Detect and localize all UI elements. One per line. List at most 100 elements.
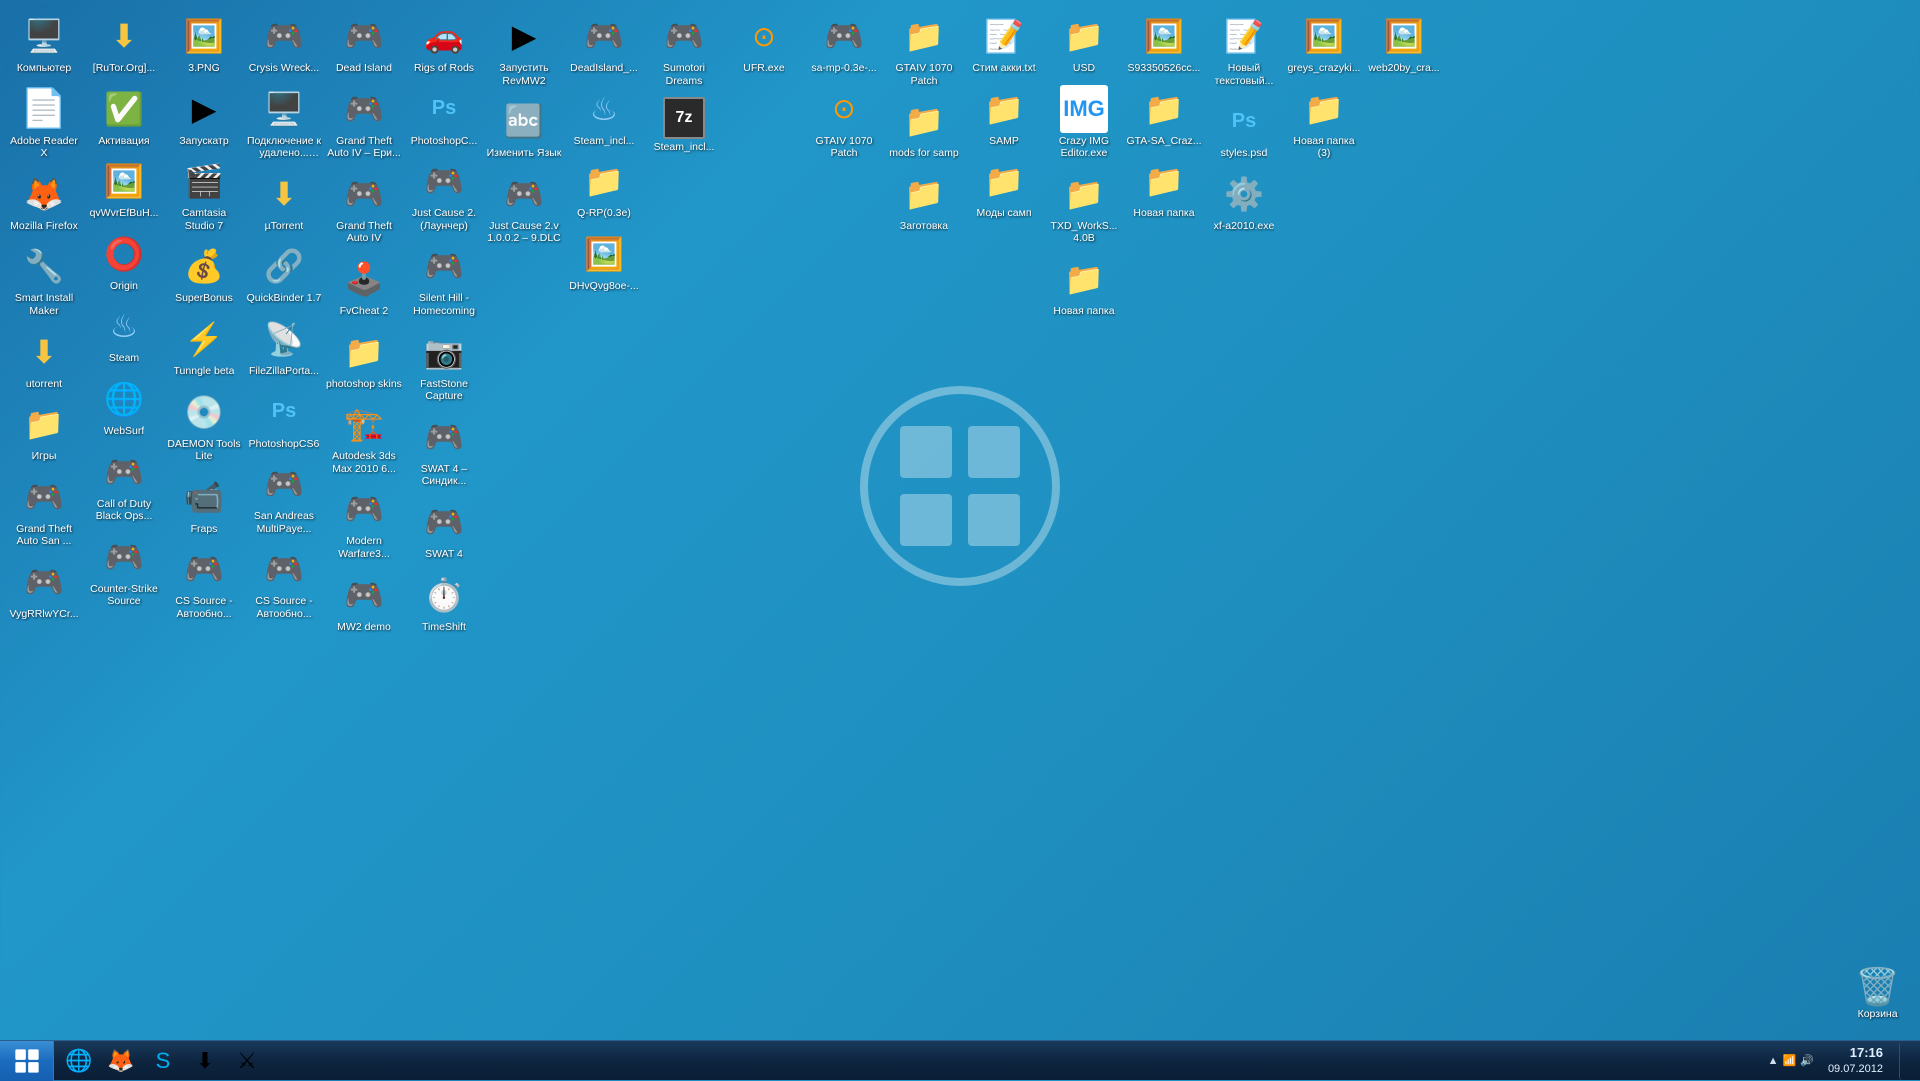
icon-xf-a2010[interactable]: ⚙️ xf-a2010.exe — [1204, 166, 1284, 237]
icon-zagotovka[interactable]: 📁 Заготовка — [884, 166, 964, 237]
icon-7zip[interactable]: 7z Steam_incl... — [644, 93, 724, 158]
icon-greys-crazy[interactable]: 🖼️ greys_crazyki... — [1284, 8, 1364, 79]
icon-photoshop-c[interactable]: Ps PhotoshopC... — [404, 81, 484, 152]
start-button[interactable] — [0, 1041, 54, 1081]
icon-rigs-of-rods[interactable]: 🚗 Rigs of Rods — [404, 8, 484, 79]
icon-crazyimg[interactable]: IMG Crazy IMG Editor.exe — [1044, 81, 1124, 164]
icon-just-cause2-dlc[interactable]: 🎮 Just Cause 2.v 1.0.0.2 – 9.DLC — [484, 166, 564, 249]
icon-usd[interactable]: 📁 USD — [1044, 8, 1124, 79]
icon-igry[interactable]: 📁 Игры — [4, 396, 84, 467]
icon-photoshopcs6[interactable]: Ps PhotoshopCS6 — [244, 384, 324, 455]
icon-sumotori[interactable]: 🎮 Sumotori Dreams — [644, 8, 724, 91]
icon-vygrrliwy[interactable]: 🎮 VygRRlwYCr... — [4, 554, 84, 625]
utorrent-tray-icon: ⬇ — [196, 1048, 214, 1074]
icon-swat4-sind[interactable]: 🎮 SWAT 4 – Синдик... — [404, 409, 484, 492]
icon-camtasia[interactable]: 🎬 Camtasia Studio 7 — [164, 153, 244, 236]
show-desktop-button[interactable] — [1899, 1042, 1911, 1080]
icon-col-12: 📁 GTAIV 1070 Patch 📁 mods for samp 📁 Заг… — [884, 8, 964, 236]
volume-icon[interactable]: 🔊 — [1800, 1054, 1814, 1067]
icon-dead-island[interactable]: 🎮 Dead Island — [324, 8, 404, 79]
firefox-tray-icon: 🦊 — [107, 1048, 134, 1074]
icon-col-usd: 📁 USD IMG Crazy IMG Editor.exe 📁 TXD_Wor… — [1044, 8, 1124, 322]
icon-crysis[interactable]: 🎮 Crysis Wreck... — [244, 8, 324, 79]
icon-fraps[interactable]: 📹 Fraps — [164, 469, 244, 540]
taskbar-utorrent[interactable]: ⬇ — [185, 1042, 225, 1080]
icon-timeshift[interactable]: ⏱️ TimeShift — [404, 567, 484, 638]
icon-aktivacia[interactable]: ✅ Активация — [84, 81, 164, 152]
icon-dhvqvg[interactable]: 🖼️ DHvQvg8oe-... — [564, 226, 644, 297]
icon-novaya-papka2[interactable]: 📁 Новая папка — [1124, 153, 1204, 224]
icon-origin[interactable]: ⭕ Origin — [84, 226, 164, 297]
icon-rutor[interactable]: ⬇ [RuTor.Org]... — [84, 8, 164, 79]
icon-css-auto[interactable]: 🎮 CS Source - Автообно... — [164, 541, 244, 624]
icon-zapustit-rev[interactable]: ▶ Запустить RevMW2 — [484, 8, 564, 91]
icon-web20by[interactable]: 🖼️ web20by_cra... — [1364, 8, 1444, 79]
icon-modern-warfare[interactable]: 🎮 Modern Warfare3... — [324, 481, 404, 564]
icon-just-cause2[interactable]: 🎮 Just Cause 2.(Лаунчер) — [404, 153, 484, 236]
taskbar-skype[interactable]: S — [143, 1042, 183, 1080]
icon-gta-iv[interactable]: 🎮 Grand Theft Auto IV — [324, 166, 404, 249]
icon-zapuskat[interactable]: ▶ Запускатр — [164, 81, 244, 152]
icon-autodesk[interactable]: 🏗️ Autodesk 3ds Max 2010 6... — [324, 396, 404, 479]
icon-silent-hill[interactable]: 🎮 Silent Hill - Homecoming — [404, 238, 484, 321]
ie-icon: 🌐 — [65, 1048, 92, 1074]
taskbar-app5[interactable]: ⚔ — [227, 1042, 267, 1080]
clock-date: 09.07.2012 — [1828, 1062, 1883, 1076]
tray-up-icon[interactable]: ▲ — [1768, 1055, 1779, 1067]
icon-daemon[interactable]: 💿 DAEMON Tools Lite — [164, 384, 244, 467]
icon-gta-sa-craz[interactable]: 📁 GTA-SA_Craz... — [1124, 81, 1204, 152]
icon-3png[interactable]: 🖼️ 3.PNG — [164, 8, 244, 79]
icon-quickbinder[interactable]: 🔗 QuickBinder 1.7 — [244, 238, 324, 309]
icon-gta-iv-bri[interactable]: 🎮 Grand Theft Auto IV – Ери... — [324, 81, 404, 164]
icon-websurf[interactable]: 🌐 WebSurf — [84, 371, 164, 442]
icon-col-stim: 📝 Стим акки.txt 📁 SAMP 📁 Моды самп — [964, 8, 1044, 224]
app5-icon: ⚔ — [237, 1048, 257, 1074]
icon-smart-install[interactable]: 🔧 Smart Install Maker — [4, 238, 84, 321]
icon-fvcheat[interactable]: 🕹️ FvCheat 2 — [324, 251, 404, 322]
icon-mw2demo[interactable]: 🎮 CS Source - Автообно... — [244, 541, 324, 624]
icon-mody-samp[interactable]: 📁 Моды самп — [964, 153, 1044, 224]
icon-mw2demo2[interactable]: 🎮 MW2 demo — [324, 567, 404, 638]
icon-adobe[interactable]: 📄 Adobe Reader X — [4, 81, 84, 164]
icon-tunngle[interactable]: ⚡ Tunngle beta — [164, 311, 244, 382]
icon-computer[interactable]: 🖥️ Компьютер — [4, 8, 84, 79]
taskbar-firefox[interactable]: 🦊 — [101, 1042, 141, 1080]
icon-samp-folder[interactable]: 📁 SAMP — [964, 81, 1044, 152]
icon-utorrent2[interactable]: ⬇ µTorrent — [244, 166, 324, 237]
icon-podkl[interactable]: 🖥️ Подключение к удалено... Ери... — [244, 81, 324, 164]
icon-gta-san[interactable]: 🎮 Grand Theft Auto San ... — [4, 469, 84, 552]
icon-qvwvef[interactable]: 🖼️ qvWvrEfBuH... — [84, 153, 164, 224]
icon-swat4[interactable]: 🎮 SWAT 4 — [404, 494, 484, 565]
icon-superbonus[interactable]: 💰 SuperBonus — [164, 238, 244, 309]
icon-ufe[interactable]: ⊙ UFR.exe — [724, 8, 804, 79]
icon-san-multi[interactable]: 🎮 San Andreas MultiPaye... — [244, 456, 324, 539]
icon-txd-works[interactable]: 📁 TXD_WorkS... 4.0B — [1044, 166, 1124, 249]
icon-steam-incl[interactable]: ♨ Steam_incl... — [564, 81, 644, 152]
icon-novaya-papka[interactable]: 📁 Новая папка — [1044, 251, 1124, 322]
recycle-bin[interactable]: 🗑️ Корзина — [1855, 966, 1900, 1020]
icon-novaya-papka3[interactable]: 📁 Новая папка (3) — [1284, 81, 1364, 164]
icon-steam[interactable]: ♨ Steam — [84, 298, 164, 369]
taskbar-ie[interactable]: 🌐 — [59, 1042, 99, 1080]
icon-photoshop-skins[interactable]: 📁 photoshop skins — [324, 324, 404, 395]
icon-qrp[interactable]: 📁 Q-RP(0.3e) — [564, 153, 644, 224]
clock[interactable]: 17:16 09.07.2012 — [1820, 1045, 1891, 1076]
icon-styles-psd[interactable]: Ps styles.psd — [1204, 93, 1284, 164]
icon-noviy-text[interactable]: 📝 Новый текстовый... — [1204, 8, 1284, 91]
icon-stim-akki[interactable]: 📝 Стим акки.txt — [964, 8, 1044, 79]
icon-utorrent[interactable]: ⬇ utorrent — [4, 324, 84, 395]
icon-faststone[interactable]: 📷 FastStone Capture — [404, 324, 484, 407]
icon-sa-mp[interactable]: 🎮 sa-mp-0.3e-... — [804, 8, 884, 79]
network-icon[interactable]: 📶 — [1783, 1054, 1797, 1067]
icon-deadisland2[interactable]: 🎮 DeadIsland_... — [564, 8, 644, 79]
icon-gta-patch[interactable]: 📁 GTAIV 1070 Patch — [884, 8, 964, 91]
icon-izmenit[interactable]: 🔤 Изменить Язык — [484, 93, 564, 164]
icon-filezilla[interactable]: 📡 FileZillaPorta... — [244, 311, 324, 382]
icon-mods-for-samp[interactable]: 📁 mods for samp — [884, 93, 964, 164]
icon-firefox[interactable]: 🦊 Mozilla Firefox — [4, 166, 84, 237]
icon-col-4: 🎮 Crysis Wreck... 🖥️ Подключение к удале… — [244, 8, 324, 625]
icon-s93350526[interactable]: 🖼️ S93350526cc... — [1124, 8, 1204, 79]
icon-callofduty[interactable]: 🎮 Call of Duty Black Ops... — [84, 444, 164, 527]
icon-cs-source[interactable]: 🎮 Counter-Strike Source — [84, 529, 164, 612]
icon-ufr-staler[interactable]: ⊙ GTAIV 1070 Patch — [804, 81, 884, 164]
